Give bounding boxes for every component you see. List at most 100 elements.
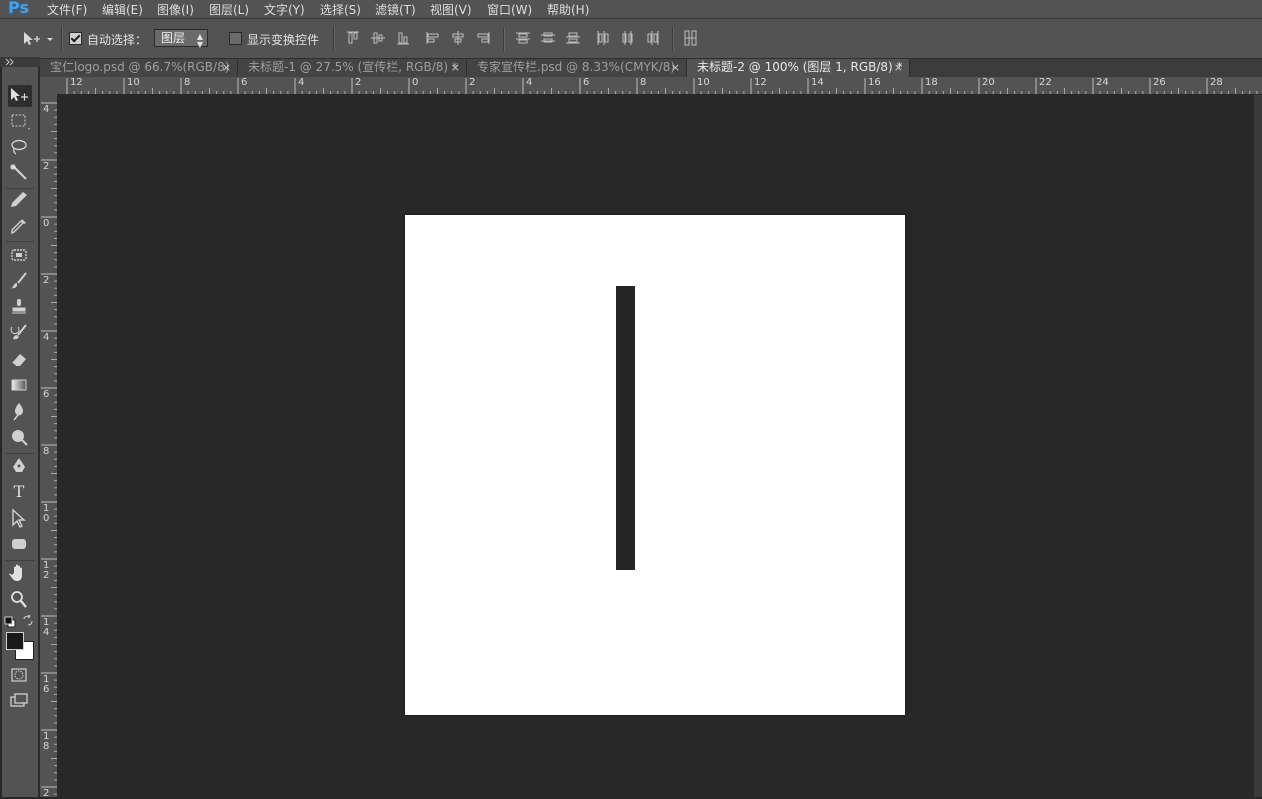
hand-tool-button[interactable]	[8, 563, 32, 585]
foreground-color-swatch[interactable]	[6, 632, 24, 650]
distribute-left-button[interactable]	[594, 29, 612, 47]
align-right-edges-button[interactable]	[474, 29, 492, 47]
menu-file[interactable]: 文件(F)	[47, 1, 87, 18]
screen-mode-button[interactable]	[8, 691, 32, 713]
menu-view[interactable]: 视图(V)	[430, 1, 472, 18]
menu-select[interactable]: 选择(S)	[320, 1, 361, 18]
menu-help[interactable]: 帮助(H)	[547, 1, 589, 18]
auto-select-target-select[interactable]: 图层 ▲ ▼	[154, 29, 208, 49]
healing-brush-tool-button[interactable]	[8, 245, 32, 267]
menu-bar: Ps 文件(F) 编辑(E) 图像(I) 图层(L) 文字(Y) 选择(S) 滤…	[0, 0, 1262, 19]
ruler-label: 12	[754, 77, 767, 88]
align-vcenter-icon	[371, 32, 385, 44]
auto-select-checkbox[interactable]	[69, 32, 82, 45]
layer-1-rectangle[interactable]	[616, 286, 635, 570]
ruler-label: 20	[982, 77, 995, 88]
dodge-tool-button[interactable]	[8, 427, 32, 449]
clone-stamp-tool-button[interactable]	[8, 297, 32, 319]
marquee-tool-button[interactable]	[8, 111, 32, 133]
distribute-vcenter-icon	[541, 32, 555, 43]
ruler-label: 22	[1039, 77, 1052, 88]
menu-window[interactable]: 窗口(W)	[487, 1, 532, 18]
menu-layer[interactable]: 图层(L)	[209, 1, 249, 18]
menu-image[interactable]: 图像(I)	[157, 1, 194, 18]
brush-tool-button[interactable]	[8, 271, 32, 293]
tab-label: 宝仁logo.psd @ 66.7%(RGB/8)	[50, 60, 230, 74]
crop-tool-button[interactable]	[8, 190, 32, 212]
shape-tool-icon	[12, 539, 26, 549]
auto-select-target-value: 图层	[161, 31, 186, 45]
auto-align-layers-button[interactable]	[682, 29, 700, 47]
eyedropper-tool-button[interactable]	[8, 216, 32, 238]
tab-close-icon[interactable]: ×	[671, 59, 680, 76]
quick-mask-button[interactable]	[8, 665, 32, 687]
align-bottom-icon	[397, 32, 409, 45]
blur-tool-button[interactable]	[8, 401, 32, 423]
menu-edit[interactable]: 编辑(E)	[102, 1, 143, 18]
distribute-bottom-button[interactable]	[564, 29, 582, 47]
align-top-edges-button[interactable]	[344, 29, 362, 47]
horizontal-ruler[interactable]: 12 10 8 6 4 2 0 2 4 6 8 10 12 14 16 18 20 22 24 26 28	[58, 77, 1262, 95]
distribute-right-button[interactable]	[644, 29, 662, 47]
magic-wand-tool-button[interactable]	[8, 163, 32, 185]
ruler-label: 10	[697, 77, 710, 88]
document-tab-active[interactable]: 未标题-2 @ 100% (图层 1, RGB/8) * ×	[687, 59, 910, 77]
tab-close-icon[interactable]: ×	[894, 59, 903, 76]
menu-filter[interactable]: 滤镜(T)	[375, 1, 416, 18]
document-tab[interactable]: 未标题-1 @ 27.5% (宣传栏, RGB/8) * ×	[238, 59, 467, 77]
shape-tool-button[interactable]	[8, 534, 32, 556]
vertical-ruler[interactable]: 4 2 0 2 4 6 8 10 12 14 16 18 2	[40, 94, 58, 799]
vertical-scrollbar[interactable]	[1254, 95, 1262, 797]
distribute-top-button[interactable]	[514, 29, 532, 47]
zoom-tool-button[interactable]	[8, 589, 32, 611]
align-horizontal-centers-button[interactable]	[449, 29, 467, 47]
toolbox-separator	[6, 560, 34, 561]
ruler-label: 2	[469, 77, 476, 88]
align-bottom-edges-button[interactable]	[394, 29, 412, 47]
ruler-label: 12	[43, 560, 50, 581]
options-separator	[333, 27, 335, 51]
align-vertical-centers-button[interactable]	[369, 29, 387, 47]
tab-close-icon[interactable]: ×	[222, 59, 231, 76]
horizontal-ruler-ticks	[66, 78, 1258, 94]
ruler-label: 10	[127, 77, 140, 88]
align-right-icon	[477, 32, 490, 44]
move-tool-button[interactable]	[8, 85, 32, 107]
document-tab[interactable]: 专家宣传栏.psd @ 8.33%(CMYK/8) ×	[467, 59, 687, 77]
pen-tool-button[interactable]	[8, 456, 32, 478]
type-tool-button[interactable]: T	[8, 482, 32, 504]
tool-preset-picker[interactable]	[20, 29, 56, 49]
distribute-horizontal-centers-button[interactable]	[619, 29, 637, 47]
dodge-tool-icon	[12, 430, 28, 446]
path-selection-tool-icon	[12, 508, 26, 528]
gradient-tool-button[interactable]	[8, 375, 32, 397]
ruler-label: 12	[70, 77, 83, 88]
document-tab-bar: 宝仁logo.psd @ 66.7%(RGB/8) × 未标题-1 @ 27.5…	[40, 59, 1262, 78]
distribute-vertical-centers-button[interactable]	[539, 29, 557, 47]
distribute-bottom-icon	[566, 32, 580, 44]
ruler-label: 16	[43, 674, 50, 695]
path-selection-tool-button[interactable]	[8, 508, 32, 530]
show-transform-checkbox[interactable]	[229, 32, 242, 45]
history-brush-tool-icon	[10, 324, 27, 340]
toolbox-grip[interactable]	[0, 57, 40, 67]
eraser-tool-button[interactable]	[8, 349, 32, 371]
menu-type[interactable]: 文字(Y)	[264, 1, 305, 18]
toolbox: T	[2, 67, 39, 797]
options-separator	[61, 27, 63, 51]
photoshop-logo[interactable]: Ps	[8, 0, 29, 17]
ruler-label: 14	[811, 77, 824, 88]
tab-close-icon[interactable]: ×	[451, 59, 460, 76]
eyedropper-tool-icon	[11, 219, 26, 235]
lasso-tool-icon	[11, 139, 27, 155]
history-brush-tool-button[interactable]	[8, 323, 32, 345]
toolbox-separator	[6, 453, 34, 454]
brush-tool-icon	[11, 272, 27, 289]
document-canvas[interactable]	[405, 215, 905, 715]
lasso-tool-button[interactable]	[8, 137, 32, 159]
align-left-edges-button[interactable]	[424, 29, 442, 47]
document-tab[interactable]: 宝仁logo.psd @ 66.7%(RGB/8) ×	[40, 59, 238, 77]
default-colors-button[interactable]	[4, 616, 16, 628]
ruler-origin[interactable]	[40, 77, 58, 94]
swap-colors-button[interactable]	[22, 614, 34, 627]
